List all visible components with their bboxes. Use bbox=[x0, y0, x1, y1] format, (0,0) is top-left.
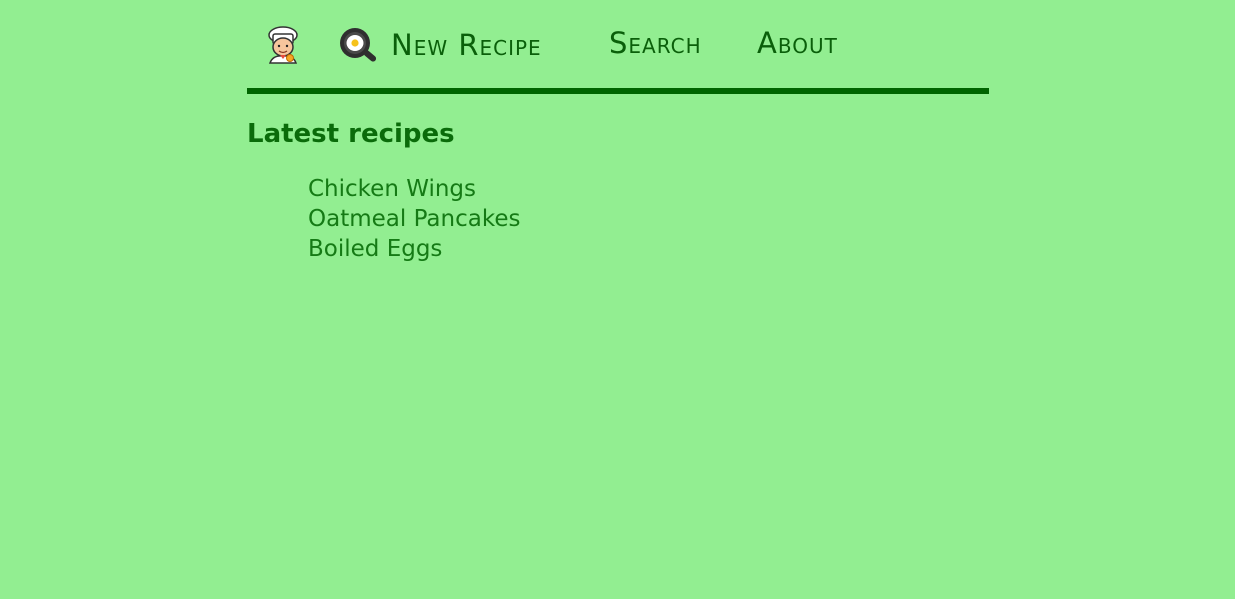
search-link[interactable]: Search bbox=[609, 24, 702, 62]
recipe-item[interactable]: Oatmeal Pancakes bbox=[308, 204, 520, 234]
about-link[interactable]: About bbox=[757, 24, 838, 62]
recipe-item[interactable]: Chicken Wings bbox=[308, 174, 520, 204]
frying-pan-egg-icon bbox=[340, 28, 377, 62]
home-link[interactable] bbox=[265, 26, 301, 64]
top-navigation: New Recipe Search About bbox=[247, 0, 989, 94]
recipe-item[interactable]: Boiled Eggs bbox=[308, 234, 520, 264]
latest-recipes-heading: Latest recipes bbox=[247, 119, 455, 149]
new-recipe-link[interactable]: New Recipe bbox=[338, 26, 542, 64]
new-recipe-label: New Recipe bbox=[391, 27, 542, 62]
chef-icon bbox=[268, 26, 298, 64]
page-wrapper: New Recipe Search About bbox=[247, 0, 989, 94]
main-content: Latest recipes Chicken Wings Oatmeal Pan… bbox=[247, 118, 520, 264]
search-label: Search bbox=[609, 25, 702, 60]
recipe-list: Chicken Wings Oatmeal Pancakes Boiled Eg… bbox=[308, 174, 520, 264]
about-label: About bbox=[757, 25, 838, 60]
